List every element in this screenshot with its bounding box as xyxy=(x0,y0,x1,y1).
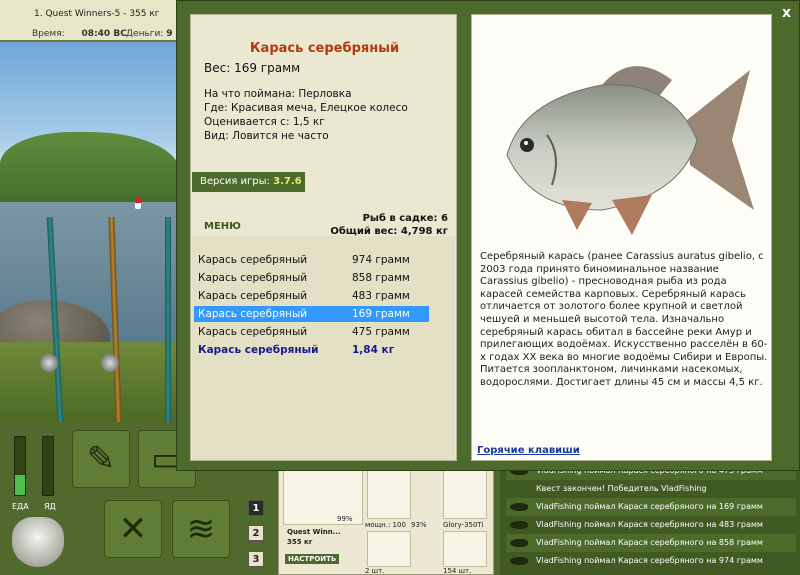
quest-title: 1. Quest Winners-5 - 355 кг xyxy=(34,9,160,19)
fish-icon xyxy=(510,557,528,565)
reel-icon xyxy=(40,354,58,372)
catch-row-selected[interactable]: Карась серебряный 169 грамм xyxy=(194,306,429,322)
time-value: 08:40 ВС xyxy=(81,29,127,39)
catch-weight: 974 грамм xyxy=(352,254,410,266)
catch-row[interactable]: Карась серебряный 974 грамм xyxy=(194,252,429,268)
reel-slot[interactable] xyxy=(367,467,411,519)
food-pot-icon[interactable] xyxy=(12,517,64,567)
hotkeys-link[interactable]: Горячие клавиши xyxy=(477,445,580,456)
fishing-scene xyxy=(0,42,180,422)
catch-total-name: Карась серебряный xyxy=(198,344,319,356)
line-name: Glory-350Ti xyxy=(443,521,484,529)
feed-item: Квест закончен! Победитель VladFishing xyxy=(536,484,707,493)
catch-row[interactable]: Карась серебряный 483 грамм xyxy=(194,288,429,304)
fish-keepnet-button[interactable]: ≋ xyxy=(172,500,230,558)
catch-name: Карась серебряный xyxy=(198,254,308,266)
money-display: Деньги: 9 xyxy=(126,29,173,39)
fish-details-panel: Карась серебряный Вес: 169 грамм На что … xyxy=(190,14,457,461)
rod-name: Quest Winn... xyxy=(287,528,341,536)
rod-slot-2-button[interactable]: 2 xyxy=(248,525,264,541)
reel-icon xyxy=(101,354,119,372)
poison-label: ЯД xyxy=(44,502,56,511)
fish-count: Рыб в садке: 6 xyxy=(362,213,448,224)
fish-title: Карась серебряный xyxy=(249,41,400,56)
tree-line xyxy=(0,132,180,212)
fish-icon xyxy=(510,521,528,529)
reel-percent: 93% xyxy=(411,521,427,529)
rod-slot-3-button[interactable]: 3 xyxy=(248,551,264,567)
feed-item: VladFishing поймал Карася серебряного на… xyxy=(506,516,796,534)
close-button[interactable]: x xyxy=(782,5,791,21)
catch-total-row: Карась серебряный 1,84 кг xyxy=(194,342,429,358)
version-label: Версия игры: xyxy=(200,176,270,187)
fish-icon xyxy=(510,539,528,547)
menu-button[interactable]: МЕНЮ xyxy=(204,221,241,232)
bobber-icon xyxy=(135,197,141,209)
poison-bar xyxy=(42,436,54,496)
rod-weight: 355 кг xyxy=(287,538,313,546)
catch-list: Карась серебряный 974 грамм Карась сереб… xyxy=(192,236,455,460)
hook-count: 2 шт. xyxy=(365,567,385,575)
catch-weight: 169 грамм xyxy=(352,308,410,320)
eat-button[interactable]: ✕ xyxy=(104,500,162,558)
fish-description: Серебряный карась (ранее Carassius aurat… xyxy=(480,251,768,388)
setup-button[interactable]: НАСТРОИТЬ xyxy=(285,554,340,564)
top-status-bar: 1. Quest Winners-5 - 355 кг Время: 08:40… xyxy=(0,0,180,42)
tackle-panel: 99% Quest Winn... 355 кг НАСТРОИТЬ мощн.… xyxy=(278,462,494,575)
value-info: Оценивается с: 1,5 кг xyxy=(204,116,325,128)
food-bar xyxy=(14,436,26,496)
catch-total-weight: 1,84 кг xyxy=(352,344,395,356)
money-value: 9 xyxy=(166,29,173,39)
fish-description-panel: Серебряный карась (ранее Carassius aurat… xyxy=(471,14,772,461)
catch-weight: 858 грамм xyxy=(352,272,410,284)
reel-info: мощн.: 100 xyxy=(365,521,406,529)
rod-percent: 99% xyxy=(337,515,353,523)
feed-item: VladFishing поймал Карася серебряного на… xyxy=(506,534,796,552)
event-feed: VladFishing поймал Карася серебряного на… xyxy=(500,462,800,575)
catch-name: Карась серебряный xyxy=(198,272,308,284)
catch-row[interactable]: Карась серебряный 475 грамм xyxy=(194,324,429,340)
food-label: ЕДА xyxy=(12,502,29,511)
shore-grass xyxy=(0,342,180,422)
fishing-rod-3[interactable] xyxy=(165,217,171,422)
feed-item: VladFishing поймал Карася серебряного на… xyxy=(506,552,796,570)
feed-item: VladFishing поймал Карася серебряного на… xyxy=(506,498,796,516)
crucian-carp-image xyxy=(506,66,754,235)
fish-weight: Вес: 169 грамм xyxy=(204,61,301,75)
catch-weight: 483 грамм xyxy=(352,290,410,302)
rarity-info: Вид: Ловится не часто xyxy=(204,130,329,142)
rod-slot-1-button[interactable]: 1 xyxy=(248,500,264,516)
catch-row[interactable]: Карась серебряный 858 грамм xyxy=(194,270,429,286)
fish-info-dialog: x Карась серебряный Вес: 169 грамм На чт… xyxy=(176,0,800,471)
catch-name: Карась серебряный xyxy=(198,326,308,338)
time-label: Время: xyxy=(32,29,65,39)
money-label: Деньги: xyxy=(126,29,164,39)
version-badge: Версия игры: 3.7.6 xyxy=(192,172,305,192)
catch-weight: 475 грамм xyxy=(352,326,410,338)
time-display: Время: 08:40 ВС xyxy=(32,29,127,39)
catch-name: Карась серебряный xyxy=(198,308,308,320)
location-info: Где: Красивая меча, Елецкое колесо xyxy=(204,102,408,114)
line-slot[interactable] xyxy=(443,467,487,519)
bait-count: 154 шт. xyxy=(443,567,472,575)
keepnet-stats: Рыб в садке: 6 Общий вес: 4,798 кг xyxy=(330,212,448,238)
caught-on-info: На что поймана: Перловка xyxy=(204,88,352,100)
version-value: 3.7.6 xyxy=(273,176,302,187)
bait-slot[interactable] xyxy=(443,531,487,567)
fish-icon xyxy=(510,503,528,511)
rod-tackle-button[interactable]: ✎ xyxy=(72,430,130,488)
catch-name: Карась серебряный xyxy=(198,290,308,302)
hook-slot[interactable] xyxy=(367,531,411,567)
